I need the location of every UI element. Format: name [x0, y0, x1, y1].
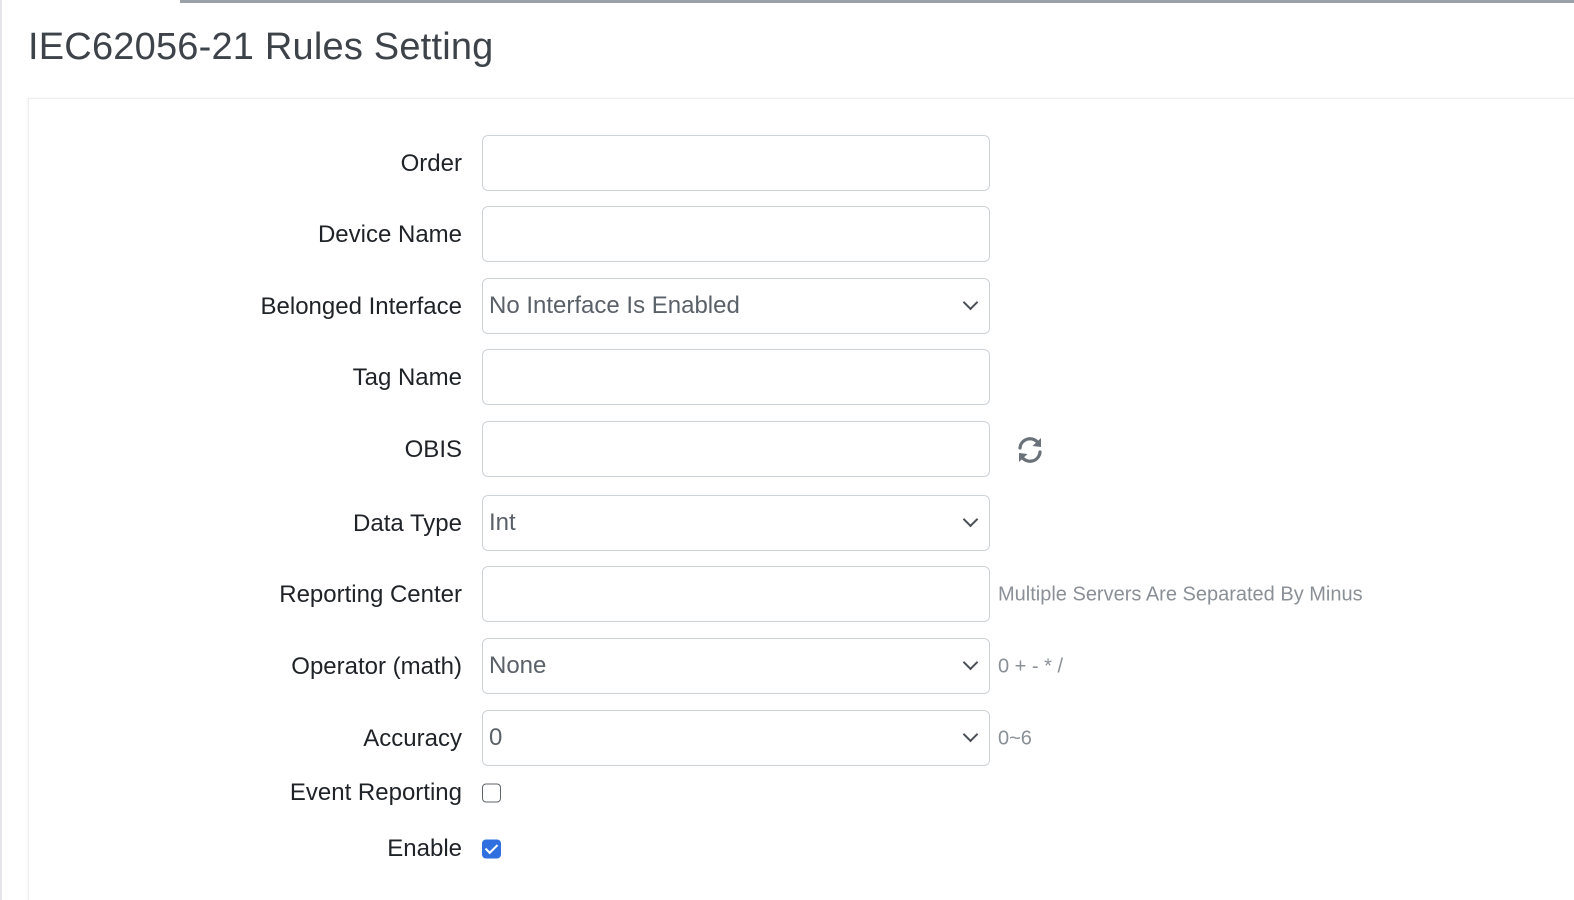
belonged-interface-selected-value: No Interface Is Enabled [489, 292, 740, 319]
obis-row: OBIS [29, 421, 1569, 479]
rules-setting-page: IEC62056-21 Rules Setting Order Device N… [0, 0, 1574, 900]
left-edge-divider [0, 0, 2, 900]
belonged-interface-select[interactable]: No Interface Is Enabled [482, 278, 990, 334]
obis-input[interactable] [482, 421, 990, 477]
operator-selected-value: None [489, 652, 547, 679]
accuracy-selected-value: 0 [489, 724, 503, 751]
belonged-interface-row: Belonged Interface No Interface Is Enabl… [29, 278, 1569, 336]
data-type-label: Data Type [353, 510, 462, 537]
tag-name-row: Tag Name [29, 349, 1569, 407]
order-input[interactable] [482, 135, 990, 191]
tag-name-label: Tag Name [352, 364, 462, 391]
obis-label: OBIS [404, 436, 462, 463]
accuracy-label: Accuracy [363, 725, 462, 752]
top-accent-bar [180, 0, 1574, 3]
enable-row: Enable [29, 821, 1569, 877]
chevron-down-icon [963, 299, 977, 313]
event-reporting-row: Event Reporting [29, 765, 1569, 821]
operator-hint: 0 + - * / [998, 655, 1064, 678]
data-type-selected-value: Int [489, 509, 516, 536]
chevron-down-icon [963, 731, 977, 745]
enable-label: Enable [387, 835, 462, 862]
rules-form-panel: Order Device Name Belonged Interface No … [28, 98, 1574, 900]
accuracy-select[interactable]: 0 [482, 710, 990, 766]
belonged-interface-label: Belonged Interface [260, 293, 462, 320]
reporting-center-hint: Multiple Servers Are Separated By Minus [998, 583, 1363, 606]
tag-name-input[interactable] [482, 349, 990, 405]
chevron-down-icon [963, 516, 977, 530]
enable-checkbox[interactable] [482, 839, 501, 859]
reporting-center-label: Reporting Center [279, 581, 462, 608]
refresh-icon[interactable] [1014, 434, 1046, 466]
chevron-down-icon [963, 659, 977, 673]
data-type-row: Data Type Int [29, 495, 1569, 553]
operator-row: Operator (math) None 0 + - * / [29, 638, 1569, 696]
event-reporting-label: Event Reporting [289, 779, 462, 806]
data-type-select[interactable]: Int [482, 495, 990, 551]
accuracy-hint: 0~6 [998, 727, 1032, 750]
device-name-label: Device Name [317, 221, 462, 248]
order-label: Order [400, 150, 462, 177]
accuracy-row: Accuracy 0 0~6 [29, 710, 1569, 768]
device-name-row: Device Name [29, 206, 1569, 264]
operator-label: Operator (math) [291, 653, 462, 680]
order-row: Order [29, 135, 1569, 193]
event-reporting-checkbox[interactable] [482, 783, 501, 803]
reporting-center-input[interactable] [482, 566, 990, 622]
reporting-center-row: Reporting Center Multiple Servers Are Se… [29, 566, 1569, 624]
device-name-input[interactable] [482, 206, 990, 262]
page-title: IEC62056-21 Rules Setting [28, 26, 494, 68]
operator-select[interactable]: None [482, 638, 990, 694]
